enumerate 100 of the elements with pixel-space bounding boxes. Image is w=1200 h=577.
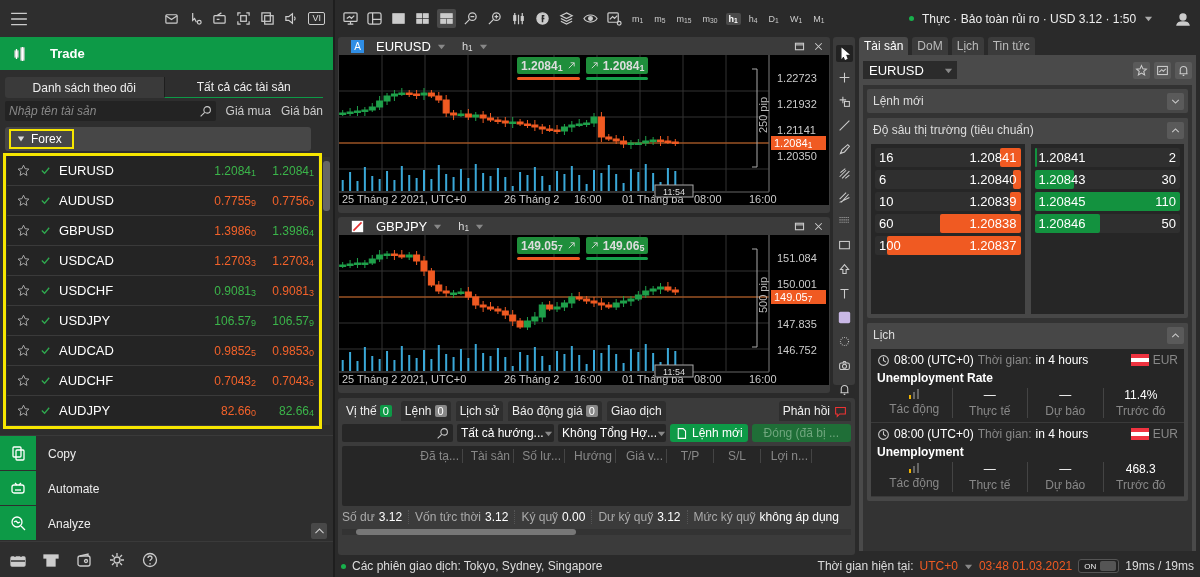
price-axis-label: 151.084 bbox=[777, 252, 817, 264]
section-title: Độ sâu thị trường (tiêu chuẩn) bbox=[873, 123, 1035, 137]
panel-tab[interactable]: Tin tức bbox=[987, 37, 1035, 55]
chart-timeframe[interactable]: h$_{1}$ bbox=[458, 219, 469, 233]
latency: 19ms / 19ms bbox=[1125, 559, 1194, 573]
stat-value: — bbox=[1059, 388, 1072, 402]
column-header[interactable]: Lợi n... bbox=[761, 449, 812, 463]
column-header[interactable]: S/L bbox=[714, 449, 761, 463]
event-currency: EUR bbox=[1152, 353, 1178, 367]
filter-dropdown[interactable]: Không Tổng Hợ... bbox=[558, 424, 666, 442]
asset-symbol: AUDCHF bbox=[59, 373, 115, 388]
account-info[interactable]: Thực · Bảo toàn rủi ro · USD 3.12 · 1:50 bbox=[922, 11, 1137, 26]
depth-price: 1.20843 bbox=[1038, 172, 1086, 187]
summary-value: 3.12 bbox=[485, 510, 509, 524]
stat-value: — bbox=[983, 388, 996, 402]
column-header[interactable]: Tài sản bbox=[463, 449, 514, 463]
orders-tab[interactable]: Lệnh 0 bbox=[400, 401, 451, 421]
asset-symbol: AUDJPY bbox=[59, 403, 112, 418]
depth-volume: 6 bbox=[879, 172, 887, 187]
nav-item[interactable]: Analyze bbox=[0, 506, 333, 541]
summary-value: 0.00 bbox=[562, 510, 586, 524]
group-header[interactable]: Forex bbox=[5, 127, 311, 151]
column-header[interactable]: T/P bbox=[667, 449, 714, 463]
summary-label: Số dư bbox=[342, 510, 375, 524]
asset-tab[interactable]: Danh sách theo dõi bbox=[5, 77, 164, 98]
section-title: Lệnh mới bbox=[873, 94, 925, 108]
section-header[interactable]: Lệnh mới bbox=[867, 89, 1188, 113]
event-title: Unemployment Rate bbox=[877, 371, 995, 385]
panel-tab[interactable]: Lịch bbox=[951, 37, 984, 55]
stat-label: Dự báo bbox=[1045, 478, 1086, 492]
asset-symbol: USDCHF bbox=[59, 283, 115, 298]
time-axis-label: 08:00 bbox=[694, 193, 722, 205]
column-header[interactable]: Hướng bbox=[565, 449, 616, 463]
time-axis-label: 16:00 bbox=[749, 193, 777, 205]
toggle-switch[interactable]: ON bbox=[1078, 559, 1120, 573]
asset-tab[interactable]: Tất cả các tài sản bbox=[163, 77, 323, 98]
chart-timeframe[interactable]: h$_{1}$ bbox=[461, 39, 473, 53]
current-price-tag: 149.05$_{7}$ bbox=[771, 290, 826, 304]
depth-volume: 2 bbox=[1168, 150, 1176, 165]
column-header[interactable]: Giá v... bbox=[616, 449, 667, 463]
summary-label: Vốn tức thời bbox=[415, 510, 481, 524]
depth-price: 1.20846 bbox=[1038, 216, 1086, 231]
summary-label: Mức ký quỹ bbox=[693, 510, 756, 524]
orders-tab[interactable]: Giao dịch bbox=[606, 401, 666, 421]
depth-volume: 30 bbox=[1161, 172, 1176, 187]
chart-symbol[interactable]: EURUSD bbox=[376, 38, 431, 54]
price-axis-label: 1.21932 bbox=[777, 98, 817, 110]
column-header: Giá mua bbox=[225, 104, 271, 118]
section-header[interactable]: Lịch bbox=[867, 323, 1188, 347]
summary-value: 3.12 bbox=[378, 510, 403, 524]
stat-value: 11.4% bbox=[1124, 388, 1158, 402]
time-axis-label: 08:00 bbox=[694, 373, 722, 385]
column-header[interactable]: Đã tạ... bbox=[412, 449, 463, 463]
nav-item[interactable]: Copy bbox=[0, 436, 333, 471]
filter-dropdown[interactable]: Tất cả hướng... bbox=[457, 424, 554, 442]
asset-symbol: GBPUSD bbox=[59, 223, 115, 238]
stat-label: Tác động bbox=[889, 476, 940, 490]
event-time-label: Thời gian: bbox=[977, 353, 1032, 367]
stat-label: Thực tế bbox=[969, 404, 1011, 418]
timezone-dropdown[interactable]: UTC+0 bbox=[919, 559, 958, 573]
depth-volume: 10 bbox=[879, 194, 894, 209]
new-order-button[interactable]: Lệnh mới bbox=[670, 424, 748, 442]
event-time: 08:00 (UTC+0) bbox=[894, 427, 974, 441]
price-axis-label: 1.21141 bbox=[777, 124, 816, 136]
group-label: Forex bbox=[9, 129, 74, 149]
time-label: Thời gian hiện tại: bbox=[817, 559, 914, 573]
depth-price: 1.20837 bbox=[969, 238, 1017, 253]
time-axis-label: 16:00 bbox=[749, 373, 777, 385]
chart-symbol[interactable]: GBPJPY bbox=[376, 218, 428, 234]
nav-item[interactable]: Automate bbox=[0, 471, 333, 506]
search-field[interactable]: Nhập tên tài sản bbox=[5, 101, 216, 121]
time-axis-label: 16:00 bbox=[574, 193, 602, 205]
event-time: 08:00 (UTC+0) bbox=[894, 353, 974, 367]
language-button[interactable]: VI bbox=[308, 12, 325, 25]
summary-label: Ký quỹ bbox=[521, 510, 559, 524]
time-axis-label: 16:00 bbox=[574, 373, 602, 385]
section-title: Trade bbox=[50, 46, 85, 61]
panel-tab[interactable]: Tài sản bbox=[859, 37, 909, 55]
orders-tab[interactable]: Báo động giá 0 bbox=[508, 401, 602, 421]
asset-symbol: EURUSD bbox=[59, 163, 115, 178]
depth-price: 1.20841 bbox=[1038, 150, 1086, 165]
orders-tab[interactable]: Lịch sử bbox=[455, 401, 504, 421]
panel-tab[interactable]: DoM bbox=[912, 37, 948, 55]
stat-value: — bbox=[1059, 462, 1072, 476]
trade-section-bar[interactable]: Trade bbox=[0, 37, 333, 70]
range-label: 500 pip bbox=[757, 276, 769, 314]
event-eta: in 4 hours bbox=[1035, 353, 1089, 367]
stat-label: Trước đó bbox=[1116, 404, 1166, 418]
section-header[interactable]: Độ sâu thị trường (tiêu chuẩn) bbox=[867, 118, 1188, 142]
time-axis-label: 26 Tháng 2 bbox=[504, 373, 560, 385]
event-time-label: Thời gian: bbox=[977, 427, 1032, 441]
symbol-dropdown[interactable]: EURUSD bbox=[863, 61, 957, 79]
column-header[interactable]: Số lư... bbox=[514, 449, 565, 463]
column-header: Giá bán bbox=[280, 104, 323, 118]
stat-label: Tác động bbox=[889, 402, 940, 416]
time-axis-label: 25 Tháng 2 2021, UTC+0 bbox=[342, 193, 467, 205]
stat-value: — bbox=[983, 462, 996, 476]
price-axis-label: 146.752 bbox=[777, 344, 817, 356]
feedback-button[interactable]: Phản hồi bbox=[778, 401, 851, 421]
summary-label: Dư ký quỹ bbox=[598, 510, 654, 524]
